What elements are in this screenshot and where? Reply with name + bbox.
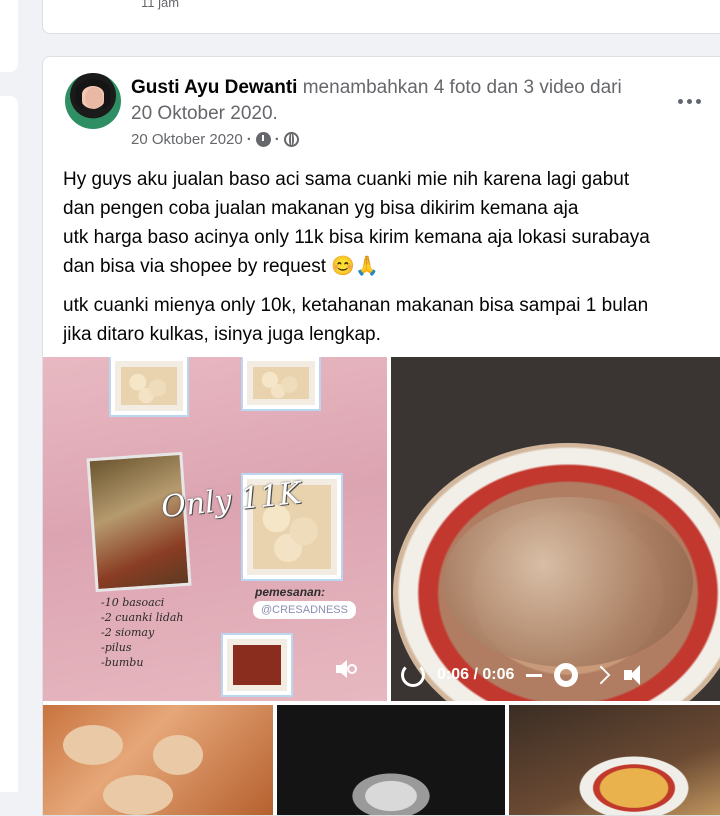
video-controls: 0:06 / 0:06 (391, 649, 720, 701)
order-label: pemesanan: (255, 585, 326, 599)
post-header: Gusti Ayu Dewanti menambahkan 4 foto dan… (131, 75, 671, 127)
photo-thumbnail[interactable] (509, 705, 720, 815)
list-item: -2 siomay (101, 626, 155, 639)
list-item: -10 basoaci (101, 596, 165, 609)
video-time: 0:06 / 0:06 (437, 666, 515, 683)
globe-icon[interactable] (283, 132, 299, 147)
photo-thumbnail[interactable] (43, 705, 273, 815)
meta-separator: · (274, 131, 280, 148)
fullscreen-icon[interactable] (592, 665, 611, 685)
author-name[interactable]: Gusti Ayu Dewanti (131, 77, 297, 98)
list-item: -bumbu (101, 656, 144, 669)
photo-thumbnail[interactable] (277, 705, 505, 815)
post-line: dan bisa via shopee by request 😊🙏 (63, 256, 379, 277)
post-meta: 20 Oktober 2020 · · (131, 131, 299, 148)
post-line: utk harga baso acinya only 11k bisa kiri… (63, 227, 650, 248)
list-item: -pilus (101, 641, 132, 654)
previous-post-time[interactable]: 11 jam (141, 0, 179, 10)
post-action-text: menambahkan 4 foto dan 3 video dari (302, 77, 622, 98)
video-frame-detail (443, 497, 693, 667)
volume-icon[interactable] (624, 664, 650, 686)
post-line: Hy guys aku jualan baso aci sama cuanki … (63, 169, 630, 190)
video-player[interactable]: 0:06 / 0:06 (391, 357, 720, 701)
more-options-button[interactable] (671, 83, 707, 119)
avatar[interactable] (65, 73, 121, 129)
video-progress-bar[interactable] (526, 673, 543, 677)
left-card (0, 0, 18, 72)
list-item: -2 cuanki lidah (101, 611, 184, 624)
post-action-date[interactable]: 20 Oktober 2020. (131, 103, 278, 124)
handwritten-list: -10 basoaci -2 cuanki lidah -2 siomay -p… (101, 595, 184, 670)
post-body: Hy guys aku jualan baso aci sama cuanki … (63, 165, 720, 349)
package-photo (111, 357, 187, 415)
post-date[interactable]: 20 Oktober 2020 (131, 131, 243, 148)
post-line: jika ditaro kulkas, isinya juga lengkap. (63, 324, 381, 345)
post-line: utk cuanki mienya only 10k, ketahanan ma… (63, 295, 649, 316)
package-photo (223, 635, 291, 695)
post-line: dan pengen coba jualan makanan yg bisa d… (63, 198, 579, 219)
volume-muted-icon[interactable] (335, 659, 357, 679)
shop-handle: @CRESADNESS (253, 601, 356, 619)
post-card: Gusti Ayu Dewanti menambahkan 4 foto dan… (42, 56, 720, 816)
package-photo (243, 357, 319, 409)
meta-separator: · (246, 131, 252, 148)
left-card (0, 96, 18, 792)
replay-icon[interactable] (401, 663, 425, 687)
gear-icon[interactable] (554, 663, 579, 687)
photo-promo[interactable]: Only 11K pemesanan: @CRESADNESS -10 baso… (43, 357, 387, 701)
previous-post-card: 11 jam (42, 0, 720, 34)
clock-icon (255, 132, 271, 147)
